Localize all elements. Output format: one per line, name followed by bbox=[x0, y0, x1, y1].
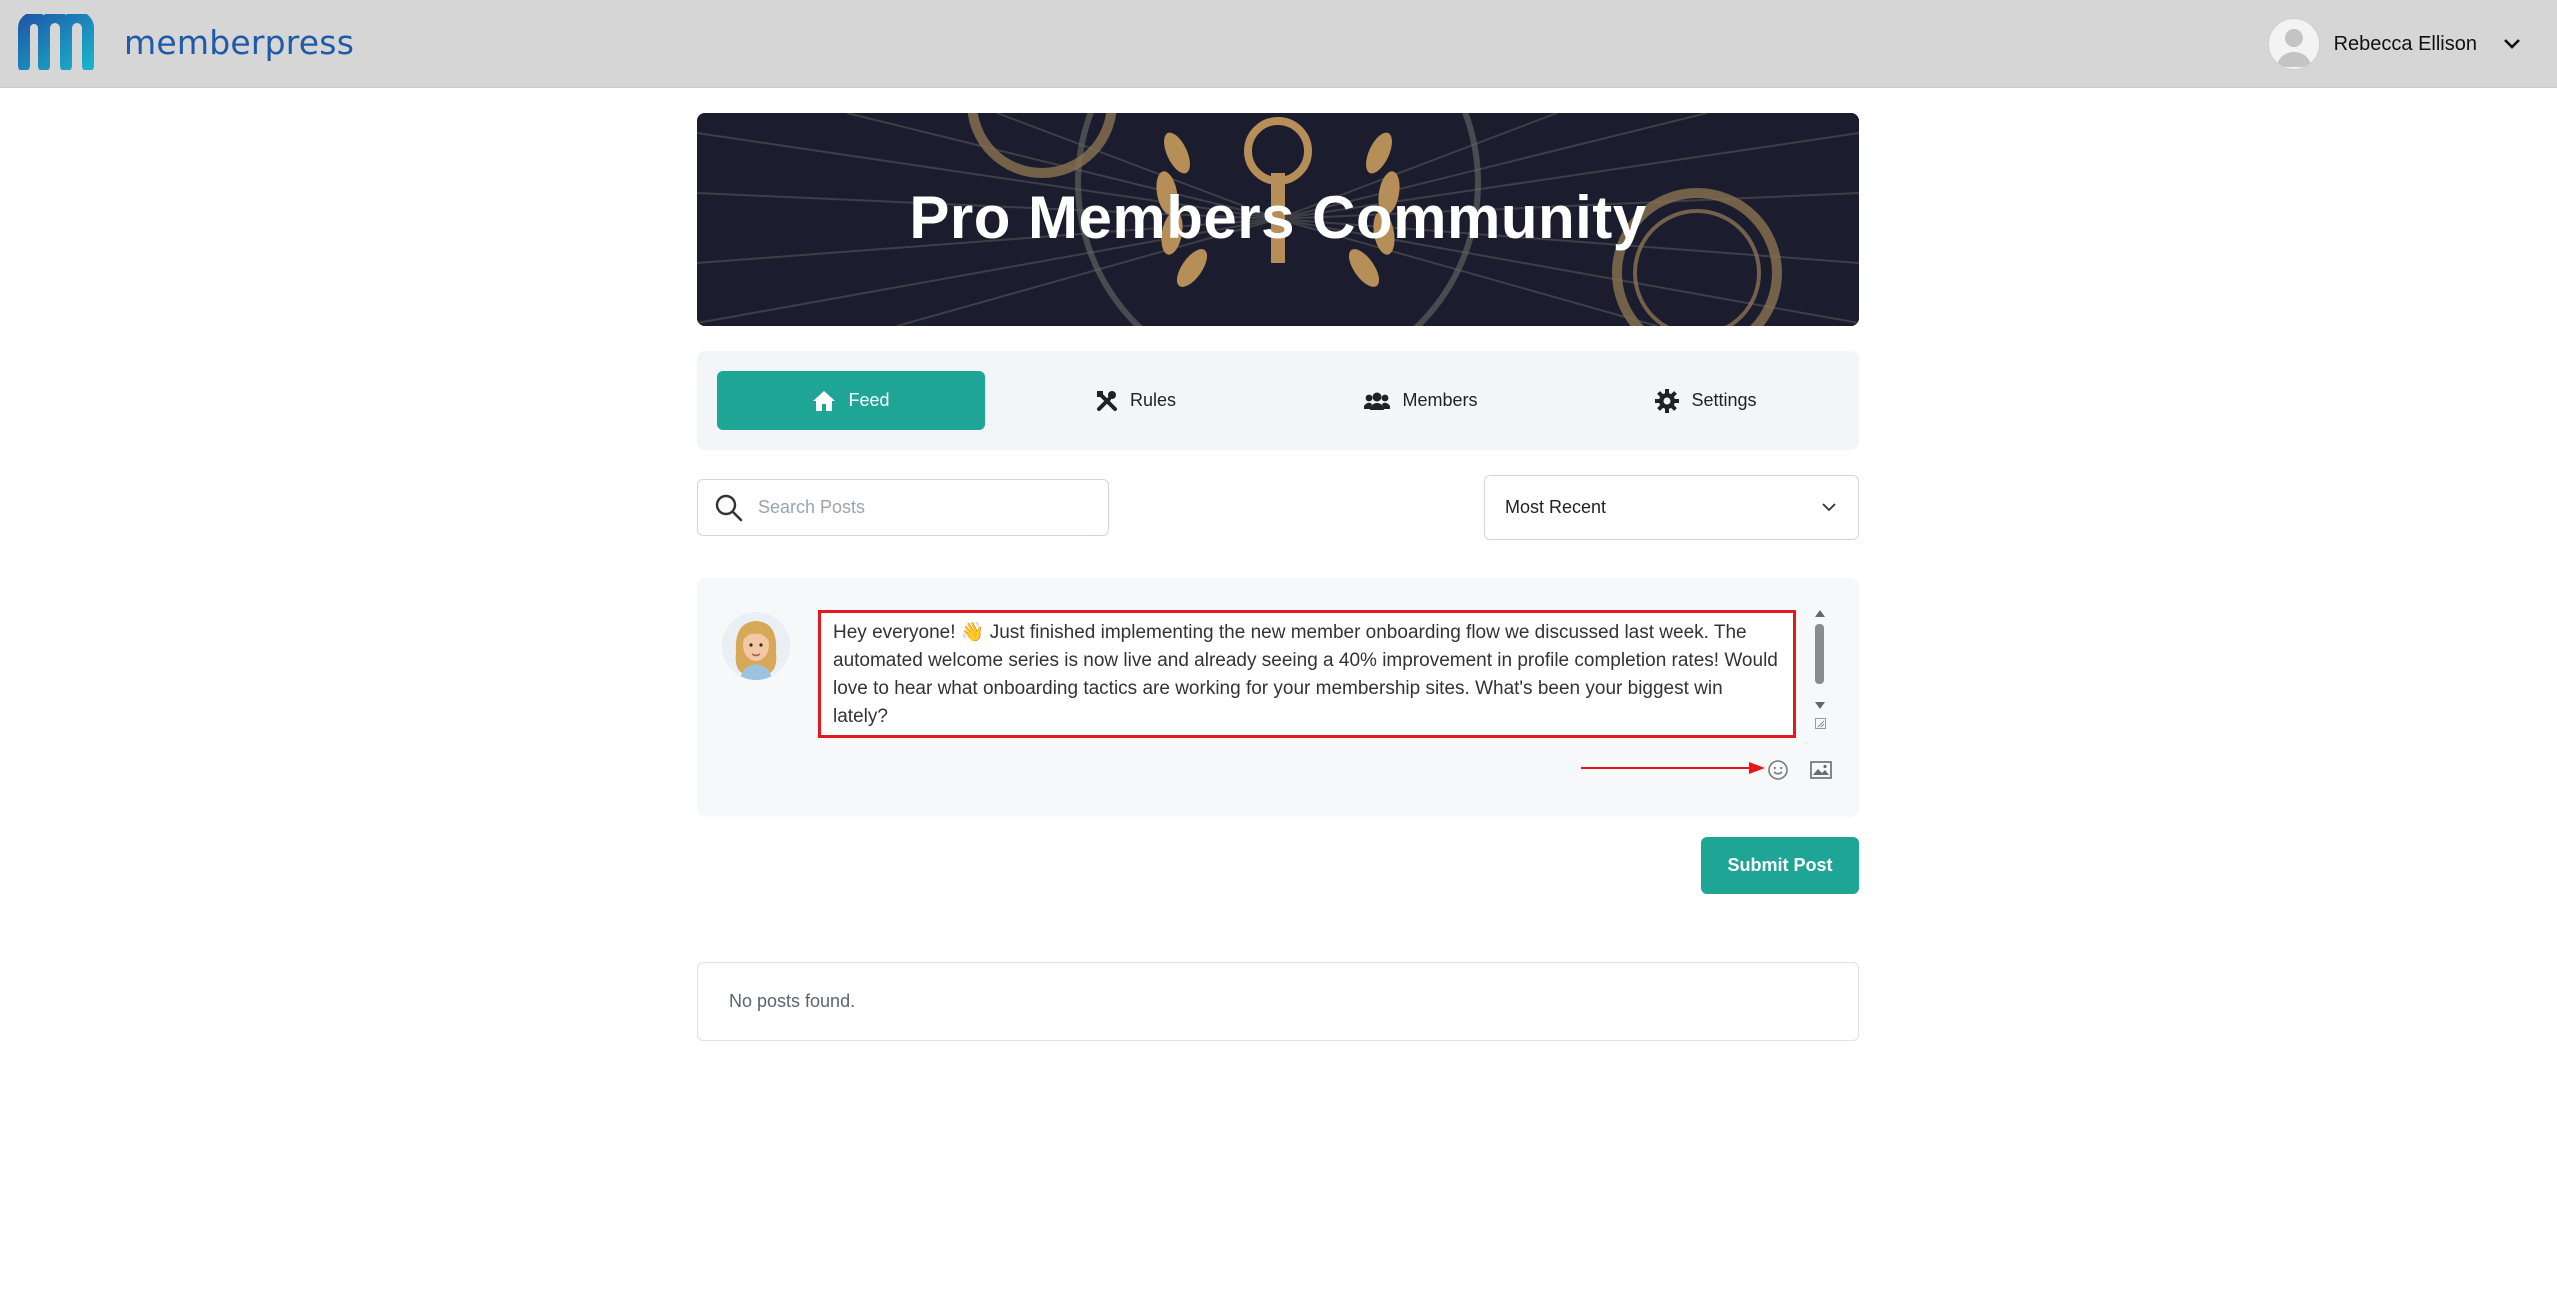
tab-members[interactable]: Members bbox=[1287, 371, 1555, 430]
search-box bbox=[697, 479, 1109, 536]
top-bar: memberpress Rebecca Ellison bbox=[0, 0, 2557, 88]
community-banner: Pro Members Community bbox=[697, 113, 1859, 326]
search-input[interactable] bbox=[756, 496, 1090, 519]
scroll-down-arrow-icon[interactable] bbox=[1815, 702, 1825, 709]
gear-icon bbox=[1655, 388, 1680, 413]
tab-feed[interactable]: Feed bbox=[717, 371, 985, 430]
scroll-up-arrow-icon[interactable] bbox=[1815, 610, 1825, 617]
tab-settings[interactable]: Settings bbox=[1572, 371, 1840, 430]
feed-empty-state: No posts found. bbox=[697, 962, 1859, 1041]
author-avatar bbox=[722, 612, 790, 680]
image-upload-icon[interactable] bbox=[1810, 760, 1832, 780]
empty-message: No posts found. bbox=[729, 991, 856, 1011]
tools-icon bbox=[1096, 390, 1117, 411]
tab-rules-label: Rules bbox=[1129, 390, 1177, 410]
post-composer: Hey everyone! 👋 Just finished implementi… bbox=[697, 578, 1859, 817]
resize-grip-icon[interactable] bbox=[1815, 718, 1826, 729]
logo-text: memberpress bbox=[124, 22, 355, 62]
sort-selected-value: Most Recent bbox=[1505, 497, 1607, 517]
user-name: Rebecca Ellison bbox=[2333, 32, 2477, 55]
submit-post-button[interactable]: Submit Post bbox=[1701, 837, 1859, 894]
scroll-thumb[interactable] bbox=[1815, 624, 1824, 684]
post-textarea[interactable]: Hey everyone! 👋 Just finished implementi… bbox=[818, 610, 1796, 738]
memberpress-logo-icon bbox=[18, 14, 94, 70]
sort-select[interactable]: Most Recent bbox=[1484, 475, 1859, 540]
tab-settings-label: Settings bbox=[1691, 390, 1757, 410]
textarea-scrollbar[interactable] bbox=[1813, 610, 1827, 738]
home-icon bbox=[813, 390, 836, 411]
tab-rules[interactable]: Rules bbox=[1002, 371, 1270, 430]
emoji-icon[interactable] bbox=[1767, 759, 1789, 781]
chevron-down-icon bbox=[1822, 503, 1836, 512]
user-avatar bbox=[2267, 18, 2320, 70]
community-tabs: Feed Rules Members Settings bbox=[697, 351, 1859, 450]
tab-members-label: Members bbox=[1402, 390, 1478, 410]
user-menu[interactable]: Rebecca Ellison bbox=[2267, 18, 2521, 70]
chevron-down-icon bbox=[2504, 39, 2520, 49]
search-icon bbox=[715, 494, 743, 521]
tab-feed-label: Feed bbox=[848, 390, 890, 410]
memberpress-logo[interactable]: memberpress bbox=[18, 14, 354, 70]
banner-title: Pro Members Community bbox=[909, 184, 1647, 251]
users-icon bbox=[1364, 392, 1391, 410]
annotation-arrow-icon bbox=[1581, 762, 1765, 774]
